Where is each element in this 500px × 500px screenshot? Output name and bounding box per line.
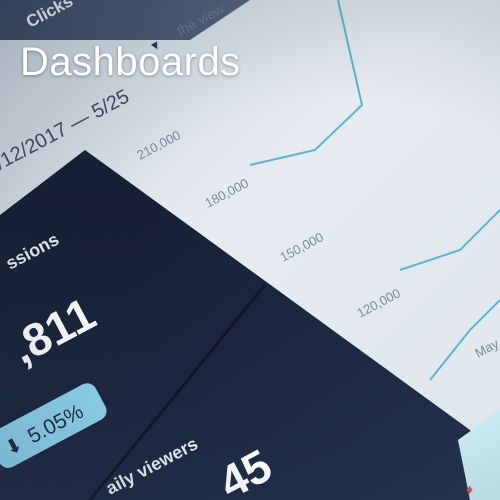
- axis-tick: 150,000: [277, 229, 326, 264]
- axis-tick: 210,000: [134, 127, 183, 162]
- caption-title: Dashboards: [20, 40, 241, 84]
- axis-tick: 120,000: [354, 285, 403, 320]
- date-range[interactable]: /12/2017 — 5/25: [0, 86, 133, 175]
- axis-tick: 180,000: [202, 175, 251, 210]
- pin-icon: ♦: [466, 481, 473, 497]
- photo-frame: Clicks the view ▼ /12/2017 — 5/25 210,00…: [0, 0, 500, 500]
- series-line: [399, 209, 500, 271]
- axis-tick: May 1: [472, 331, 500, 361]
- series-line: [249, 0, 364, 166]
